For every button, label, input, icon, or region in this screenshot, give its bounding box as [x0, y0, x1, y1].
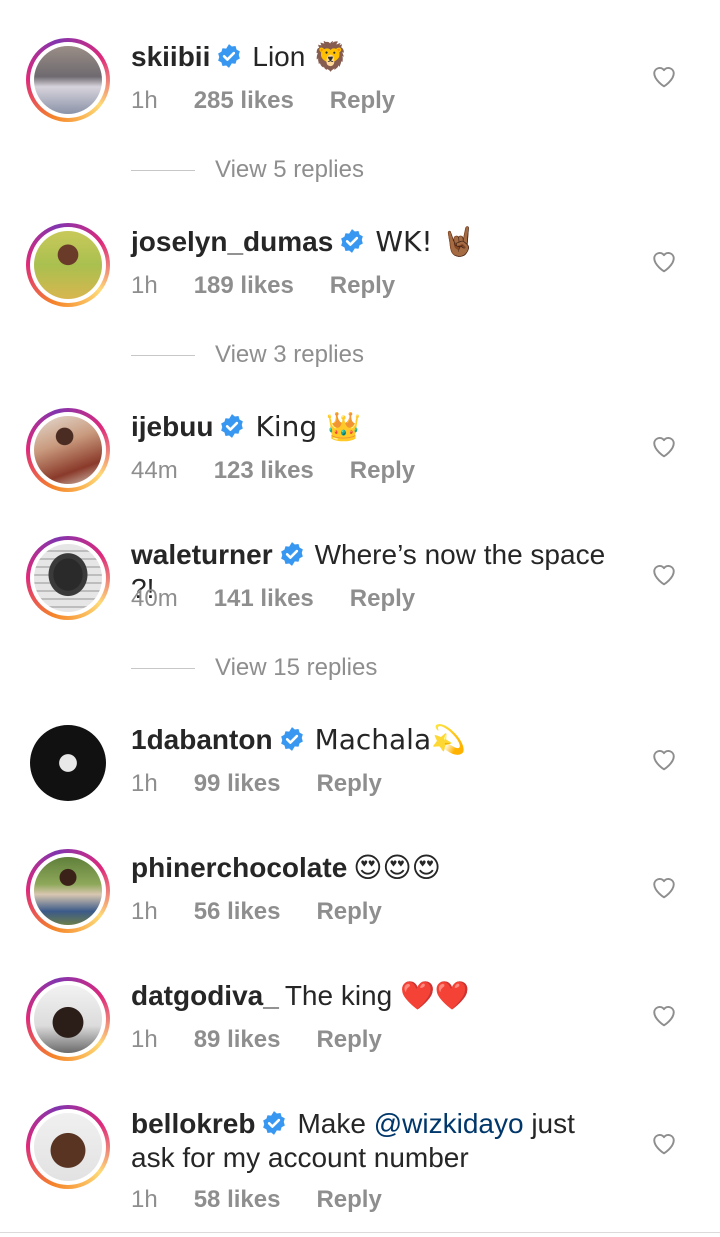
comment-body: King 👑 [255, 410, 361, 443]
comment-meta: 1h 99 likes Reply [131, 769, 382, 799]
comment-time: 1h [131, 87, 158, 114]
reply-button[interactable]: Reply [350, 456, 415, 486]
heart-outline-icon[interactable] [651, 1003, 677, 1027]
view-replies-label: View 15 replies [215, 654, 378, 681]
comment-meta: 44m 123 likes Reply [131, 456, 415, 486]
verified-badge-icon [218, 44, 241, 68]
comment-time: 1h [131, 1026, 158, 1053]
verified-badge-icon [263, 1111, 286, 1135]
heart-outline-icon[interactable] [651, 1131, 677, 1155]
avatar[interactable] [26, 223, 110, 307]
likes-count[interactable]: 123 likes [214, 456, 314, 486]
comment-time: 44m [131, 457, 178, 484]
heart-outline-icon[interactable] [651, 64, 677, 88]
comment-body: WK! 🤘🏾 [375, 225, 477, 258]
comment-body: 😍😍😍 [353, 851, 441, 884]
comment-text-line: 1dabanton Machala💫 [131, 723, 615, 757]
comment-text-line: datgodiva_ The king ❤️❤️ [131, 979, 615, 1013]
comment-meta: 1h 56 likes Reply [131, 897, 382, 927]
comment-time: 1h [131, 898, 158, 925]
username[interactable]: bellokreb [131, 1108, 255, 1139]
username[interactable]: ijebuu [131, 411, 213, 442]
reply-button[interactable]: Reply [316, 769, 381, 799]
reply-button[interactable]: Reply [330, 271, 395, 301]
username[interactable]: waleturner [131, 539, 273, 570]
avatar[interactable] [26, 721, 110, 805]
comment-text-line: ijebuu King 👑 [131, 410, 615, 444]
heart-outline-icon[interactable] [651, 747, 677, 771]
comment-text-line: bellokreb Make @wizkidayo just ask for my… [131, 1107, 615, 1175]
heart-outline-icon[interactable] [651, 249, 677, 273]
verified-badge-icon [341, 229, 364, 253]
replies-divider-line [131, 355, 195, 357]
reply-button[interactable]: Reply [316, 1025, 381, 1055]
username[interactable]: 1dabanton [131, 724, 273, 755]
comment-time: 1h [131, 770, 158, 797]
username[interactable]: phinerchocolate [131, 852, 347, 883]
likes-count[interactable]: 189 likes [194, 271, 294, 301]
username[interactable]: datgodiva_ [131, 980, 279, 1011]
comment-text-line: skiibii Lion 🦁 [131, 40, 615, 74]
comment-time: 40m [131, 585, 178, 612]
verified-badge-icon [221, 414, 244, 438]
reply-button[interactable]: Reply [350, 584, 415, 614]
comment-body-before: Make [297, 1108, 374, 1139]
likes-count[interactable]: 56 likes [194, 897, 281, 927]
view-replies-label: View 3 replies [215, 341, 364, 368]
username[interactable]: joselyn_dumas [131, 226, 333, 257]
comment-body: Lion 🦁 [252, 41, 348, 72]
comment-meta: 1h 89 likes Reply [131, 1025, 382, 1055]
heart-outline-icon[interactable] [651, 434, 677, 458]
likes-count[interactable]: 89 likes [194, 1025, 281, 1055]
view-replies-button[interactable]: View 15 replies [131, 653, 377, 683]
view-replies-button[interactable]: View 3 replies [131, 340, 364, 370]
comment-meta: 1h 189 likes Reply [131, 271, 395, 301]
comment-text-line: joselyn_dumas WK! 🤘🏾 [131, 225, 615, 259]
avatar[interactable] [26, 977, 110, 1061]
likes-count[interactable]: 99 likes [194, 769, 281, 799]
likes-count[interactable]: 58 likes [194, 1185, 281, 1215]
reply-button[interactable]: Reply [316, 897, 381, 927]
bottom-divider [0, 1232, 720, 1233]
verified-badge-icon [280, 727, 303, 751]
comment-meta: 1h 58 likes Reply [131, 1185, 382, 1215]
comment-time: 1h [131, 1186, 158, 1213]
heart-outline-icon[interactable] [651, 562, 677, 586]
username[interactable]: skiibii [131, 41, 210, 72]
reply-button[interactable]: Reply [330, 86, 395, 116]
reply-button[interactable]: Reply [316, 1185, 381, 1215]
avatar[interactable] [26, 1105, 110, 1189]
comment-time: 1h [131, 272, 158, 299]
comment-body: The king ❤️❤️ [284, 980, 470, 1011]
comment-body: Machala💫 [314, 723, 466, 756]
verified-badge-icon [280, 542, 303, 566]
likes-count[interactable]: 141 likes [214, 584, 314, 614]
comment-text-line: phinerchocolate 😍😍😍 [131, 851, 615, 885]
heart-outline-icon[interactable] [651, 875, 677, 899]
view-replies-label: View 5 replies [215, 156, 364, 183]
avatar[interactable] [26, 536, 110, 620]
replies-divider-line [131, 170, 195, 172]
likes-count[interactable]: 285 likes [194, 86, 294, 116]
mention-link[interactable]: @wizkidayo [374, 1108, 524, 1139]
comment-meta: 1h 285 likes Reply [131, 86, 395, 116]
view-replies-button[interactable]: View 5 replies [131, 155, 364, 185]
avatar[interactable] [26, 408, 110, 492]
avatar[interactable] [26, 38, 110, 122]
replies-divider-line [131, 668, 195, 670]
avatar[interactable] [26, 849, 110, 933]
comment-meta: 40m 141 likes Reply [131, 584, 415, 614]
